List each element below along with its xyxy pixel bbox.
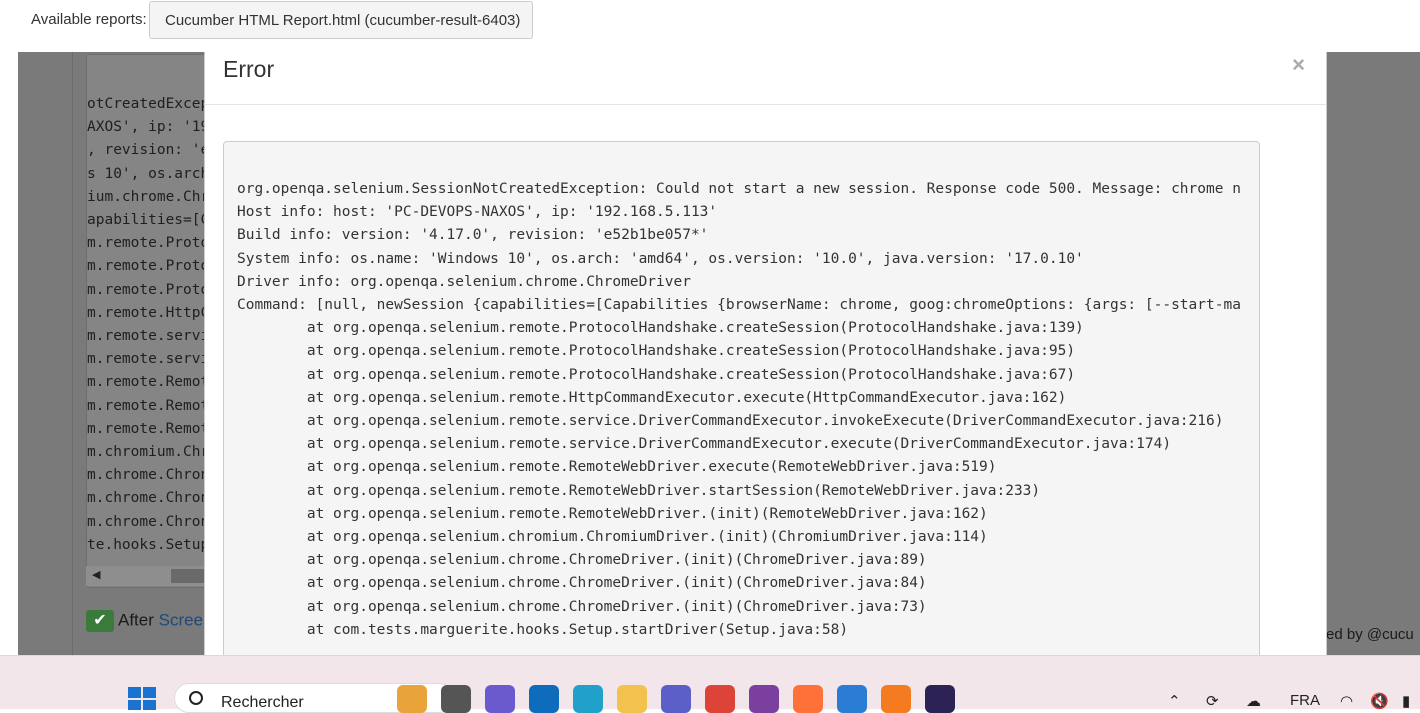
- error-line: Command: [null, newSession {capabilities…: [237, 297, 1241, 314]
- error-line: at org.openqa.selenium.chrome.ChromeDriv…: [237, 575, 927, 592]
- windows-start-icon[interactable]: [128, 687, 156, 710]
- after-step-row: ✔ After Scree: [86, 610, 203, 632]
- background-code-line: m.remote.Proto: [87, 281, 210, 298]
- background-code-line: m.chromium.Chr: [87, 444, 210, 461]
- background-code-line: m.remote.Proto: [87, 235, 210, 252]
- error-line: at org.openqa.selenium.remote.ProtocolHa…: [237, 320, 1084, 337]
- battery-icon[interactable]: ▮: [1402, 692, 1410, 710]
- error-line: at org.openqa.selenium.remote.service.Dr…: [237, 413, 1224, 430]
- background-code-line: m.chrome.Chron: [87, 490, 210, 507]
- close-icon[interactable]: ×: [1292, 52, 1305, 78]
- background-stacktrace-text: otCreatedExcep AXOS', ip: '19 , revision: …: [87, 93, 209, 557]
- modal-title: Error: [223, 56, 275, 82]
- error-stacktrace-box[interactable]: org.openqa.selenium.SessionNotCreatedExc…: [223, 141, 1260, 655]
- error-line: at org.openqa.selenium.chrome.ChromeDriv…: [237, 552, 927, 569]
- background-code-line: m.remote.Proto: [87, 258, 210, 275]
- error-line: at org.openqa.selenium.chrome.ChromeDriv…: [237, 598, 927, 615]
- scroll-left-icon[interactable]: ◀: [92, 568, 100, 581]
- wifi-icon[interactable]: ◠: [1340, 692, 1353, 710]
- error-line: Driver info: org.openqa.selenium.chrome.…: [237, 273, 691, 290]
- background-code-line: m.remote.servi: [87, 328, 210, 345]
- error-line: at org.openqa.selenium.remote.HttpComman…: [237, 389, 1067, 406]
- background-code-line: otCreatedExcep: [87, 96, 210, 112]
- error-modal: Error × org.openqa.selenium.SessionNotCr…: [204, 52, 1327, 655]
- background-code-line: te.hooks.Setup: [87, 536, 210, 553]
- check-icon: ✔: [86, 610, 114, 632]
- error-line: at org.openqa.selenium.remote.RemoteWebD…: [237, 505, 988, 522]
- error-line: at org.openqa.selenium.remote.ProtocolHa…: [237, 343, 1076, 360]
- after-label: After: [118, 610, 154, 630]
- chevron-up-icon[interactable]: ⌃: [1168, 692, 1181, 710]
- report-select-button[interactable]: Cucumber HTML Report.html (cucumber-resu…: [149, 1, 533, 39]
- error-stacktrace-text: org.openqa.selenium.SessionNotCreatedExc…: [237, 178, 1241, 642]
- powered-by-text: ed by @cucu: [1326, 626, 1414, 643]
- background-code-line: ium.chrome.Chr: [87, 188, 210, 205]
- background-code-line: apabilities=[C: [87, 212, 210, 229]
- background-code-line: s 10', os.arch: [87, 165, 210, 182]
- background-code-line: AXOS', ip: '19: [87, 119, 210, 136]
- background-code-line: m.chrome.Chron: [87, 513, 210, 530]
- error-line: at com.tests.marguerite.hooks.Setup.star…: [237, 621, 849, 638]
- sync-icon[interactable]: ⟳: [1206, 692, 1219, 710]
- background-code-line: m.chrome.Chron: [87, 467, 210, 484]
- report-selector-bar: Available reports: Cucumber HTML Report.…: [0, 0, 1420, 52]
- error-line: Host info: host: 'PC-DEVOPS-NAXOS', ip: …: [237, 204, 718, 221]
- error-line: at org.openqa.selenium.remote.ProtocolHa…: [237, 366, 1076, 383]
- error-line: at org.openqa.selenium.remote.service.Dr…: [237, 436, 1172, 453]
- windows-taskbar: Rechercher ⌃ ⟳ ☁ FRA ◠ 🔇 ▮: [0, 655, 1420, 713]
- background-code-line: , revision: 'e: [87, 142, 210, 159]
- background-code-line: m.remote.HttpC: [87, 304, 210, 321]
- search-placeholder: Rechercher: [221, 694, 304, 711]
- background-code-line: m.remote.Remot: [87, 397, 210, 414]
- language-indicator[interactable]: FRA: [1290, 692, 1320, 709]
- screenshot-link[interactable]: Scree: [159, 610, 203, 629]
- mute-icon[interactable]: 🔇: [1370, 692, 1389, 710]
- search-icon: [189, 691, 203, 705]
- background-code-line: m.remote.Remot: [87, 374, 210, 391]
- modal-header: Error ×: [205, 52, 1326, 105]
- error-line: at org.openqa.selenium.remote.RemoteWebD…: [237, 482, 1041, 499]
- error-line: org.openqa.selenium.SessionNotCreatedExc…: [237, 181, 1241, 197]
- error-line: Build info: version: '4.17.0', revision:…: [237, 227, 709, 244]
- background-code-line: m.remote.servi: [87, 351, 210, 368]
- error-line: System info: os.name: 'Windows 10', os.a…: [237, 250, 1084, 267]
- background-code-line: m.remote.Remot: [87, 420, 210, 437]
- available-reports-label: Available reports:: [31, 11, 147, 28]
- cloud-icon[interactable]: ☁: [1246, 692, 1261, 710]
- error-line: at org.openqa.selenium.remote.RemoteWebD…: [237, 459, 997, 476]
- error-line: at org.openqa.selenium.chromium.Chromium…: [237, 529, 988, 546]
